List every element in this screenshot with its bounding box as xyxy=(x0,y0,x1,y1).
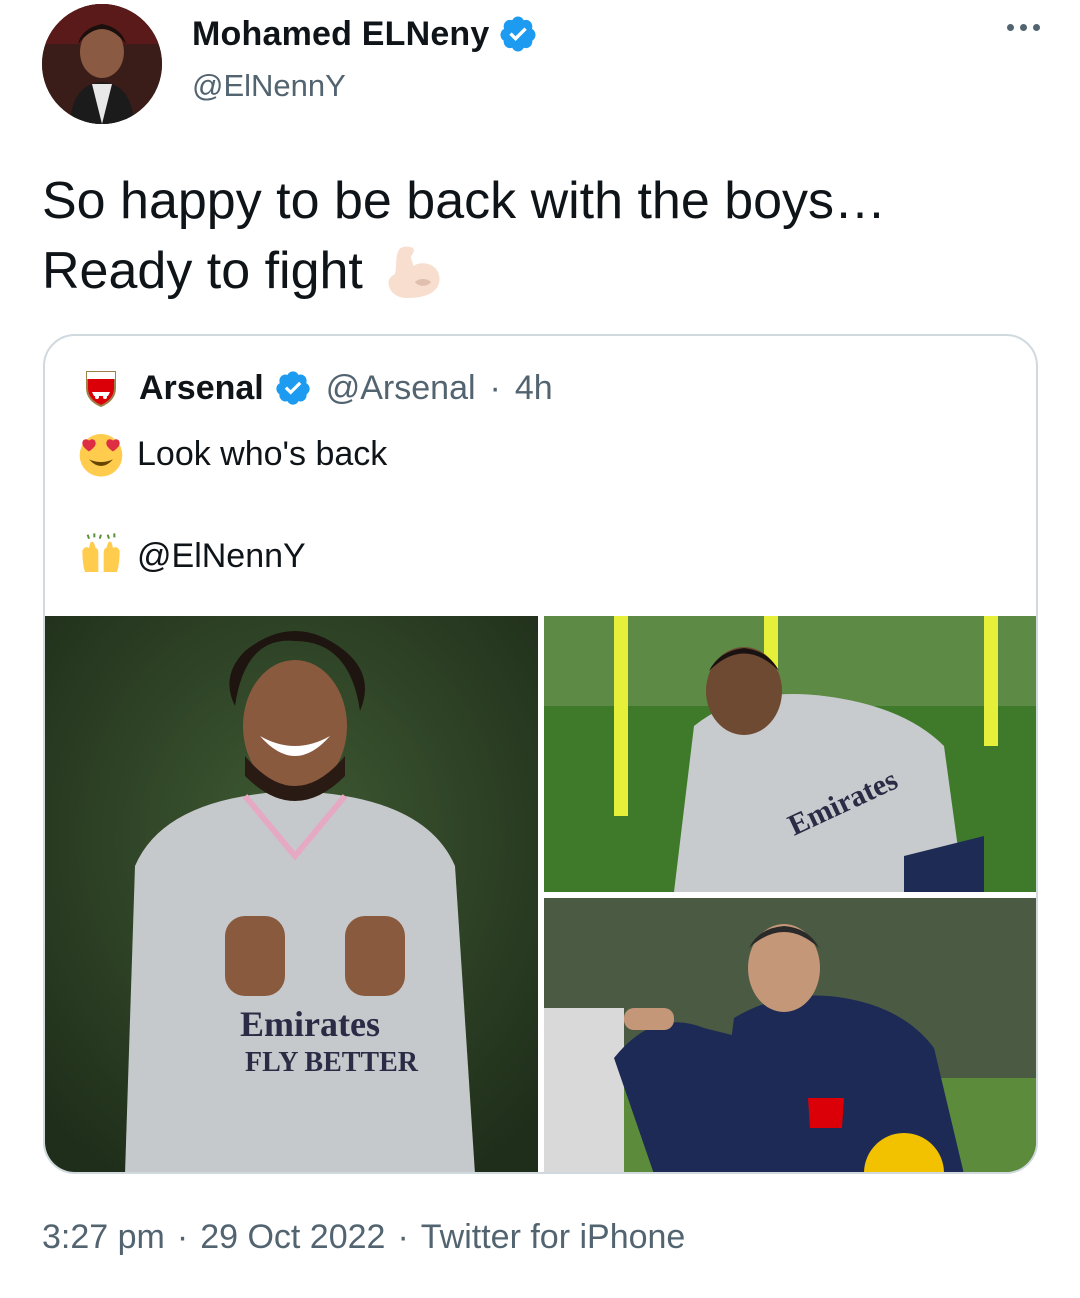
author-display-name[interactable]: Mohamed ELNeny xyxy=(192,15,490,54)
svg-text:FLY BETTER: FLY BETTER xyxy=(245,1047,419,1078)
more-dot-icon xyxy=(1020,24,1027,31)
tweet-time[interactable]: 3:27 pm xyxy=(42,1218,165,1257)
svg-text:Emirates: Emirates xyxy=(240,1004,380,1044)
verified-badge-icon xyxy=(276,371,310,405)
verified-badge-icon xyxy=(500,16,536,52)
tweet-date[interactable]: 29 Oct 2022 xyxy=(200,1218,385,1257)
heart-eyes-emoji-icon xyxy=(79,434,123,477)
quoted-time[interactable]: 4h xyxy=(515,369,553,408)
tweet-text-line2: Ready to fight xyxy=(42,236,1042,310)
arsenal-crest-icon[interactable] xyxy=(81,368,121,408)
tweet-meta: 3:27 pm · 29 Oct 2022 · Twitter for iPho… xyxy=(42,1218,685,1257)
quoted-tweet-card[interactable]: Arsenal @Arsenal · 4h Look who's back @E… xyxy=(43,334,1038,1174)
photo-coach-pointing[interactable] xyxy=(544,898,1036,1172)
raising-hands-emoji-icon xyxy=(82,533,120,572)
quoted-display-name[interactable]: Arsenal xyxy=(139,369,264,408)
photo-player-running[interactable]: Emirates xyxy=(544,616,1036,892)
player-running-photo-icon: Emirates xyxy=(544,616,1036,892)
quoted-text-line2: @ElNennY xyxy=(77,532,306,580)
tweet-text: So happy to be back with the boys… Ready… xyxy=(42,166,1042,310)
tweet-text-line2-label: Ready to fight xyxy=(42,242,363,300)
more-dot-icon xyxy=(1007,24,1014,31)
mention-link[interactable]: @ElNennY xyxy=(137,537,306,576)
media-grid: FLY BETTER Emirates Emirates xyxy=(45,616,1036,1172)
separator-dot: · xyxy=(176,1218,189,1256)
coach-pointing-photo-icon xyxy=(544,898,1036,1172)
player-smiling-photo-icon: FLY BETTER Emirates xyxy=(45,616,538,1172)
tweet-source[interactable]: Twitter for iPhone xyxy=(421,1218,686,1257)
more-options-button[interactable] xyxy=(1007,24,1040,31)
author-handle[interactable]: @ElNennY xyxy=(192,68,346,104)
quoted-handle[interactable]: @Arsenal xyxy=(326,369,476,408)
more-dot-icon xyxy=(1033,24,1040,31)
profile-photo-icon xyxy=(42,4,162,124)
tweet-text-line1: So happy to be back with the boys… xyxy=(42,172,887,230)
author-name-row[interactable]: Mohamed ELNeny xyxy=(192,14,538,54)
author-avatar[interactable] xyxy=(42,4,162,124)
quoted-text-line1-label: Look who's back xyxy=(137,434,388,473)
separator-dot: · xyxy=(489,368,501,407)
flexed-biceps-icon xyxy=(388,246,440,299)
quoted-text-line1: Look who's back xyxy=(77,430,387,478)
quoted-tweet-header: Arsenal @Arsenal · 4h xyxy=(81,368,553,408)
separator-dot: · xyxy=(397,1218,409,1256)
photo-player-smiling[interactable]: FLY BETTER Emirates xyxy=(45,616,538,1172)
